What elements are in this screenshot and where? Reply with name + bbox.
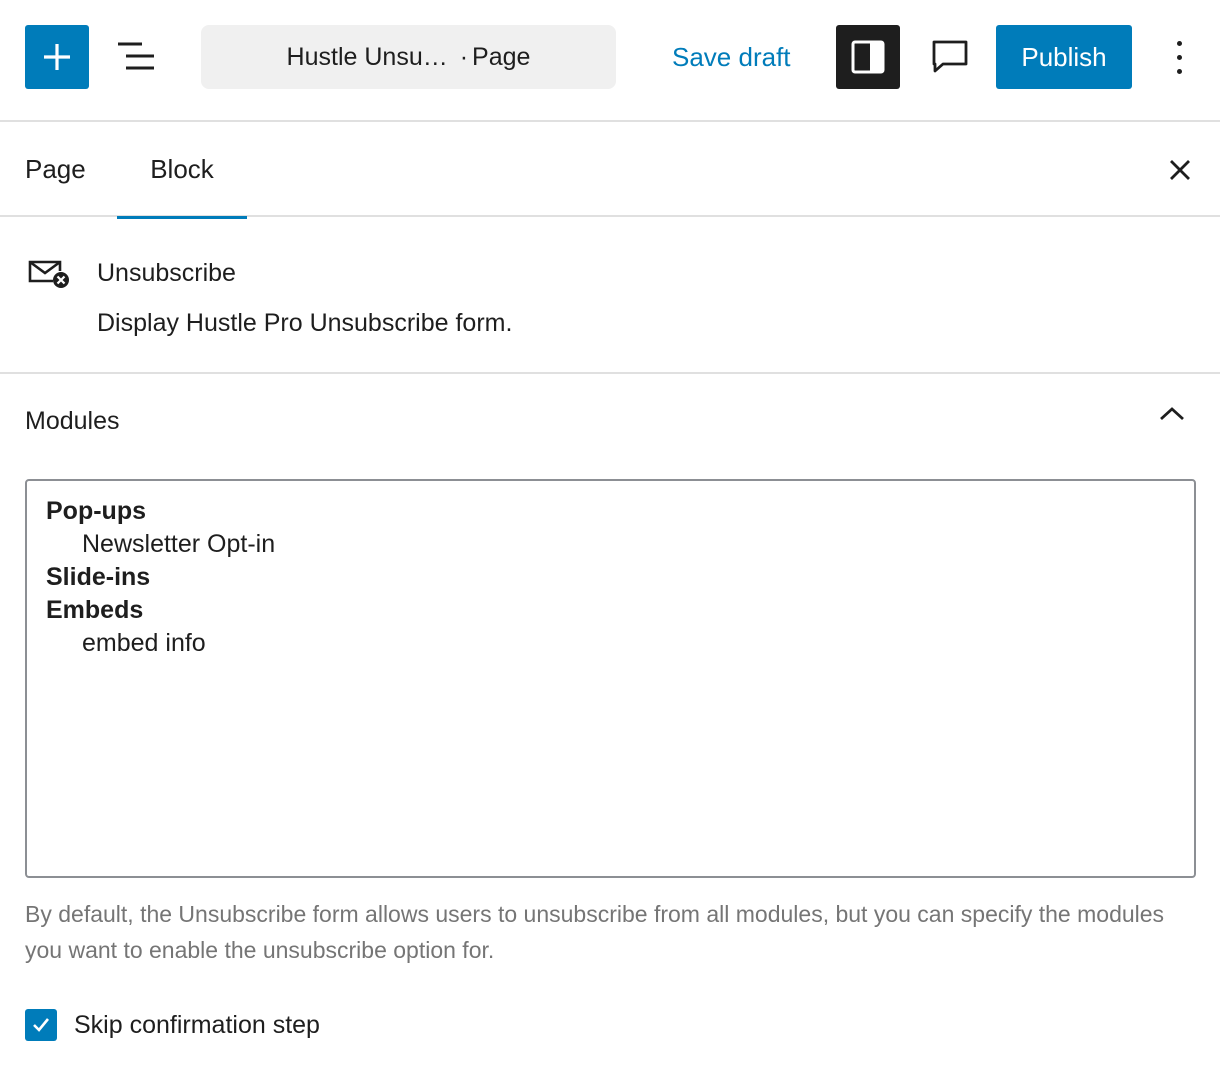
block-title: Unsubscribe <box>97 259 236 287</box>
publish-button[interactable]: Publish <box>996 25 1132 89</box>
modules-panel-toggle[interactable]: Modules <box>0 374 1220 470</box>
save-draft-button[interactable]: Save draft <box>660 25 803 89</box>
mail-unsubscribe-icon <box>28 260 69 288</box>
modules-panel-title: Modules <box>25 407 120 435</box>
block-description: Display Hustle Pro Unsubscribe form. <box>97 309 513 337</box>
document-title-bar[interactable]: Hustle Unsu… · Page <box>201 25 616 89</box>
more-vertical-icon-dot <box>1177 55 1182 60</box>
close-sidebar-button[interactable] <box>1160 150 1200 190</box>
sidebar-tabs: Page Block <box>0 122 1220 219</box>
tab-block[interactable]: Block <box>117 122 247 219</box>
module-group-popups: Pop-ups <box>46 497 146 525</box>
settings-toggle-button[interactable] <box>836 25 900 89</box>
comment-icon <box>932 40 968 73</box>
list-view-icon <box>118 42 154 70</box>
close-icon <box>1170 160 1190 180</box>
tab-page[interactable]: Page <box>0 122 110 217</box>
modules-help-text: By default, the Unsubscribe form allows … <box>25 901 1165 963</box>
editor-toolbar: Hustle Unsu… · Page Save draft Publish <box>0 0 1220 122</box>
block-card: Unsubscribe Display Hustle Pro Unsubscri… <box>0 217 1220 374</box>
modules-multiselect[interactable]: Pop-ups Newsletter Opt-in Slide-ins Embe… <box>25 479 1196 878</box>
checkmark-icon <box>33 1018 50 1032</box>
module-option[interactable]: Newsletter Opt-in <box>46 528 1175 561</box>
module-option[interactable]: embed info <box>46 627 1175 660</box>
list-view-button[interactable] <box>108 30 164 86</box>
more-vertical-icon-dot <box>1177 69 1182 74</box>
module-group-embeds: Embeds <box>46 596 144 624</box>
more-options-button[interactable] <box>1160 32 1200 84</box>
comments-button[interactable] <box>918 25 982 89</box>
add-block-button[interactable] <box>25 25 89 89</box>
document-type: Page <box>472 43 531 71</box>
title-separator: · <box>459 43 469 71</box>
module-group-slideins: Slide-ins <box>46 563 151 591</box>
document-title: Hustle Unsu… <box>286 43 448 71</box>
plus-icon <box>44 44 70 70</box>
skip-confirmation-label: Skip confirmation step <box>74 1011 320 1039</box>
skip-confirmation-checkbox[interactable] <box>25 1009 57 1041</box>
chevron-up-icon[interactable] <box>1158 405 1186 423</box>
more-vertical-icon-dot <box>1177 41 1182 46</box>
sidebar-toggle-icon <box>851 40 885 74</box>
